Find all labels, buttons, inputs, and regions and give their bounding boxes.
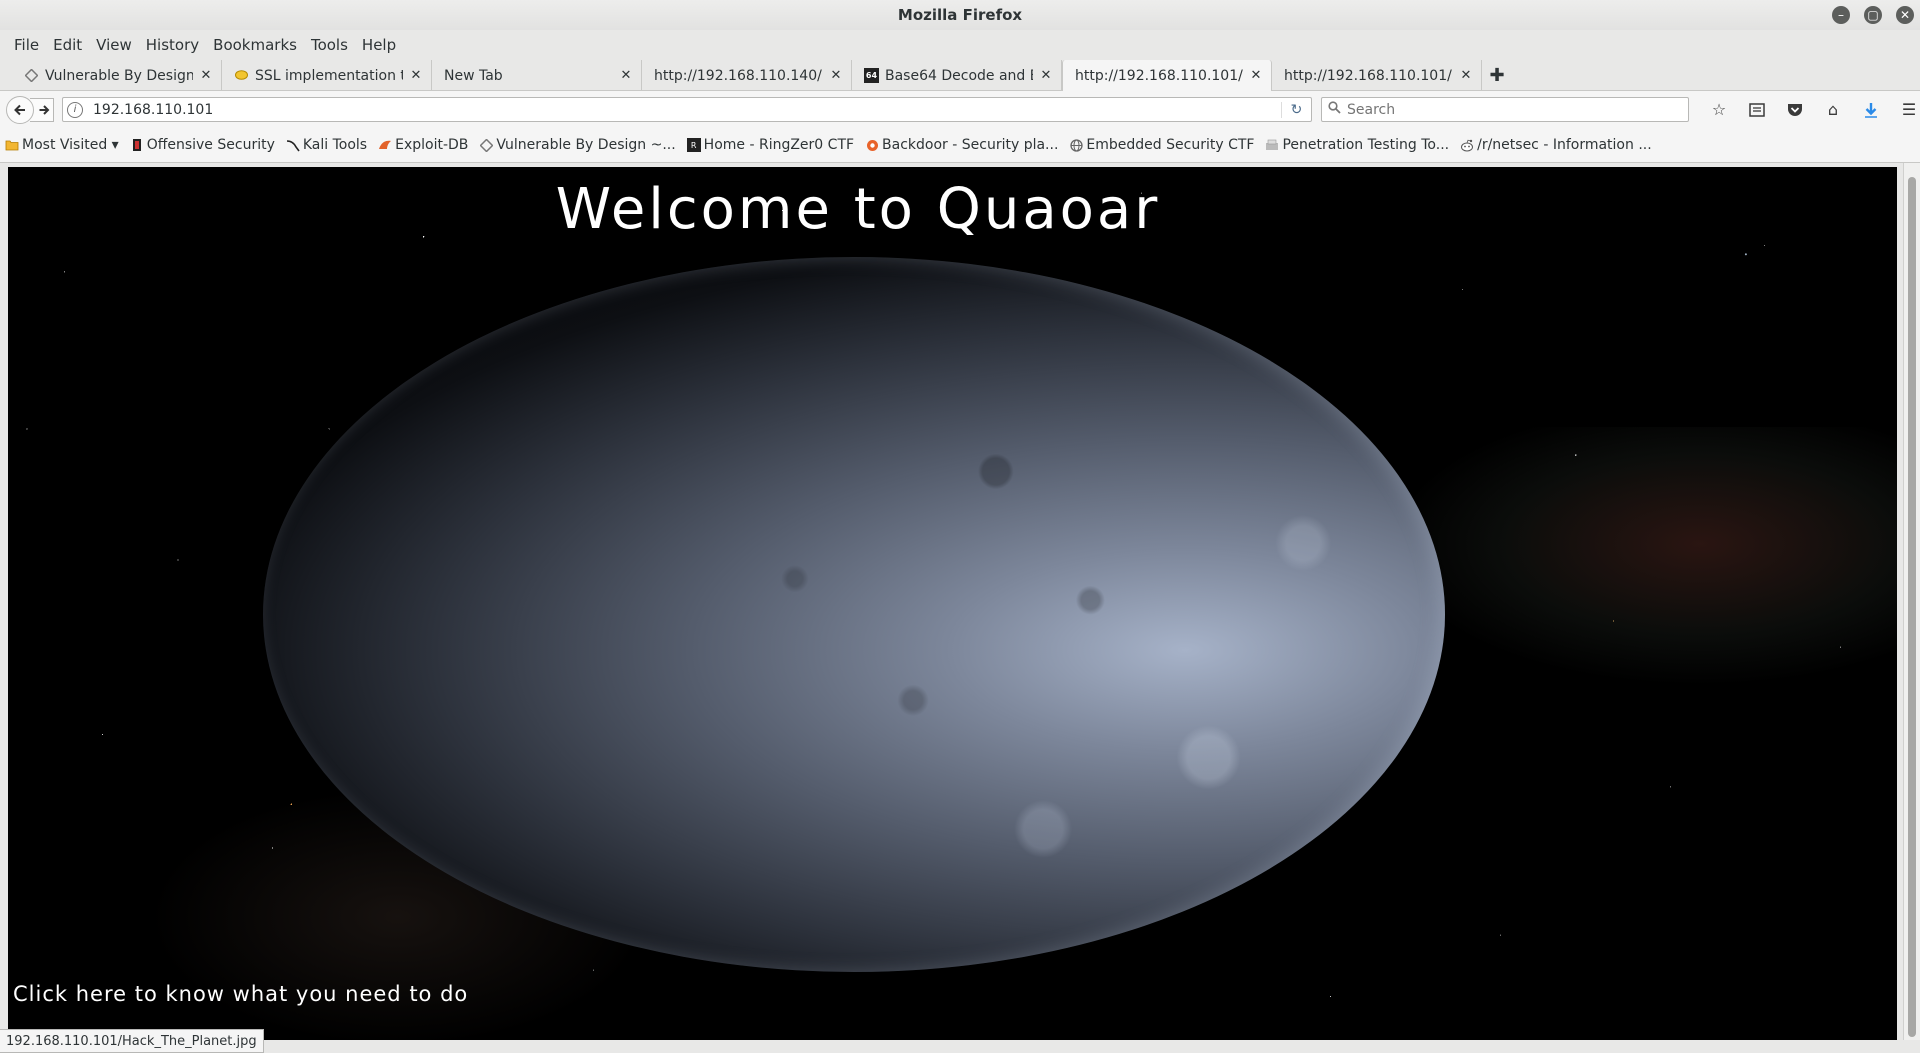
url-bar[interactable]: i 192.168.110.101 ↻ (62, 97, 1312, 122)
close-tab-icon[interactable]: ✕ (1249, 68, 1263, 83)
bookmark-reddit-netsec[interactable]: /r/netsec - Information ... (1460, 137, 1652, 153)
kali-icon (286, 138, 300, 152)
bookmark-label: Offensive Security (146, 137, 275, 153)
window-bottom-edge (0, 1040, 1920, 1053)
close-window-button[interactable]: ✕ (1896, 6, 1914, 24)
tab-label: http://192.168.110.101/ (1075, 67, 1243, 84)
bookmark-label: Exploit-DB (395, 137, 469, 153)
folder-icon (5, 138, 19, 152)
close-tab-icon[interactable]: ✕ (829, 68, 843, 83)
url-text[interactable]: 192.168.110.101 (93, 102, 1281, 118)
bookmark-label: Backdoor - Security pla... (882, 137, 1059, 153)
vulnhub-icon (479, 138, 493, 152)
backdoor-icon (865, 138, 879, 152)
toolbar-icons: ☆ ⌂ ☰ (1700, 97, 1920, 122)
bookmark-kali-tools[interactable]: Kali Tools (286, 137, 367, 153)
close-tab-icon[interactable]: ✕ (619, 68, 633, 83)
status-link-preview: 192.168.110.101/Hack_The_Planet.jpg (0, 1029, 264, 1053)
bookmark-backdoor[interactable]: Backdoor - Security pla... (865, 137, 1058, 153)
bookmark-label: Kali Tools (302, 137, 368, 153)
globe-icon (1069, 138, 1083, 152)
close-tab-icon[interactable]: ✕ (1459, 68, 1473, 83)
vulnhub-icon (24, 68, 39, 83)
tab-base64-decode[interactable]: 64 Base64 Decode and E... ✕ (852, 60, 1062, 91)
tab-vulnerable-by-design[interactable]: Vulnerable By Design ... ✕ (12, 60, 222, 91)
bookmark-label: Home - RingZer0 CTF (703, 137, 855, 153)
bookmark-label: /r/netsec - Information ... (1477, 137, 1652, 153)
nebula-glow (1388, 427, 1897, 687)
tab-label: Base64 Decode and E... (885, 67, 1033, 84)
close-tab-icon[interactable]: ✕ (1039, 68, 1053, 83)
home-icon[interactable]: ⌂ (1814, 97, 1852, 122)
window-title: Mozilla Firefox (897, 6, 1023, 24)
bookmark-label: Most Visited ▾ (22, 137, 119, 153)
bookmarks-toolbar: Most Visited ▾ Offensive Security Kali T… (0, 128, 1920, 163)
base64-icon: 64 (864, 68, 879, 83)
menu-view[interactable]: View (89, 36, 139, 54)
reddit-icon (1460, 138, 1474, 152)
bookmark-label: Penetration Testing To... (1282, 137, 1450, 153)
tab-label: SSL implementation t... (255, 67, 403, 84)
search-icon (1328, 101, 1341, 118)
site-info-icon[interactable]: i (67, 101, 83, 118)
reading-list-icon[interactable] (1738, 97, 1776, 122)
menu-history[interactable]: History (139, 36, 206, 54)
bookmark-star-icon[interactable]: ☆ (1700, 97, 1738, 122)
chat-bubble-icon (234, 68, 249, 83)
menu-bar: File Edit View History Bookmarks Tools H… (0, 30, 1920, 60)
planet-surface-texture (263, 257, 1445, 972)
tab-192-168-110-101[interactable]: http://192.168.110.101/ ✕ (1272, 60, 1482, 91)
forward-arrow-icon (39, 104, 49, 115)
pocket-icon[interactable] (1776, 97, 1814, 122)
tab-strip: Vulnerable By Design ... ✕ SSL implement… (0, 60, 1920, 91)
exploitdb-icon (378, 138, 392, 152)
vertical-scrollbar[interactable] (1903, 163, 1920, 1040)
bookmark-label: Embedded Security CTF (1086, 137, 1255, 153)
page-content: Welcome to Quaoar Click here to know wha… (8, 167, 1897, 1040)
bookmark-vulnerable-by-design[interactable]: Vulnerable By Design ~... (479, 137, 676, 153)
bookmark-ringzer0[interactable]: R Home - RingZer0 CTF (686, 137, 855, 153)
tab-label: http://192.168.110.140/ (654, 67, 822, 84)
menu-edit[interactable]: Edit (46, 36, 89, 54)
pentest-icon (1265, 138, 1279, 152)
scrollbar-thumb[interactable] (1908, 177, 1916, 1037)
tab-ssl-implementation[interactable]: SSL implementation t... ✕ (222, 60, 432, 91)
tab-label: http://192.168.110.101/ (1284, 67, 1452, 84)
tab-192-168-110-101-active[interactable]: http://192.168.110.101/ ✕ (1062, 60, 1272, 91)
window-controls: – ▢ ✕ (1832, 6, 1914, 24)
tab-label: New Tab (444, 67, 503, 84)
navigation-bar: i 192.168.110.101 ↻ ☆ ⌂ ☰ (0, 91, 1920, 128)
offsec-icon (130, 138, 144, 152)
menu-help[interactable]: Help (355, 36, 403, 54)
bookmark-label: Vulnerable By Design ~... (496, 137, 676, 153)
tab-new-tab[interactable]: New Tab ✕ (432, 60, 642, 91)
minimize-button[interactable]: – (1832, 6, 1850, 24)
page-heading: Welcome to Quaoar (555, 177, 1161, 242)
download-icon[interactable] (1852, 97, 1890, 122)
maximize-button[interactable]: ▢ (1864, 6, 1882, 24)
close-tab-icon[interactable]: ✕ (409, 68, 423, 83)
bookmark-most-visited[interactable]: Most Visited ▾ (5, 137, 119, 153)
new-tab-button[interactable]: ✚ (1482, 60, 1512, 90)
menu-tools[interactable]: Tools (304, 36, 355, 54)
ringzer0-icon: R (686, 138, 701, 152)
window-titlebar: Mozilla Firefox – ▢ ✕ (0, 0, 1920, 30)
bookmark-offensive-security[interactable]: Offensive Security (130, 137, 275, 153)
search-bar[interactable] (1321, 97, 1689, 122)
menu-bookmarks[interactable]: Bookmarks (206, 36, 304, 54)
menu-file[interactable]: File (7, 36, 46, 54)
close-tab-icon[interactable]: ✕ (199, 68, 213, 83)
bookmark-exploit-db[interactable]: Exploit-DB (378, 137, 468, 153)
tab-192-168-110-140[interactable]: http://192.168.110.140/ ✕ (642, 60, 852, 91)
bookmark-penetration-testing[interactable]: Penetration Testing To... (1265, 137, 1449, 153)
reload-icon[interactable]: ↻ (1281, 101, 1311, 118)
tab-label: Vulnerable By Design ... (45, 67, 193, 84)
search-input[interactable] (1347, 101, 1667, 118)
back-button[interactable] (6, 95, 34, 124)
hack-the-planet-link[interactable]: Click here to know what you need to do (13, 982, 468, 1006)
hamburger-menu-icon[interactable]: ☰ (1890, 97, 1920, 122)
bookmark-embedded-security-ctf[interactable]: Embedded Security CTF (1069, 137, 1254, 153)
back-arrow-icon (14, 104, 25, 115)
